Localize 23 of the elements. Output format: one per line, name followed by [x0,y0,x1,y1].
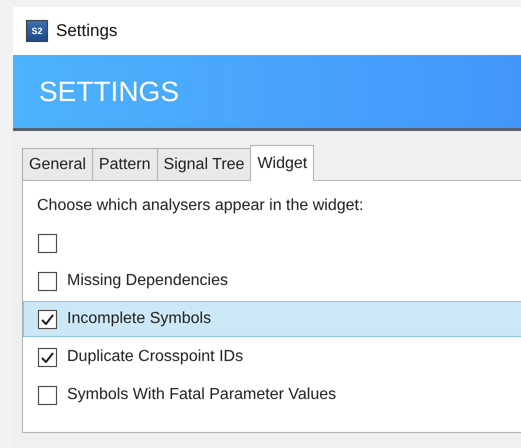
analyser-label: Incomplete Symbols [67,310,212,328]
check-icon [41,314,54,324]
banner-title: SETTINGS [39,76,180,108]
prompt-text: Choose which analysers appear in the widget: [37,197,364,215]
analyser-label: Symbols With Fatal Parameter Values [67,386,336,404]
analyser-row[interactable]: Missing Dependencies [23,263,521,299]
analyser-label: Missing Dependencies [67,272,228,290]
analyser-row[interactable]: Duplicate Crosspoint IDs [23,339,521,375]
checkbox[interactable] [38,310,57,328]
tab[interactable]: Widget [250,145,314,181]
checkbox[interactable] [38,234,57,252]
tab[interactable]: Signal Tree [156,148,252,180]
tab[interactable]: General [22,148,93,180]
analyser-row[interactable]: Incomplete Symbols [23,301,521,337]
app-icon: S2 [26,20,48,42]
checkbox[interactable] [38,348,57,366]
analyser-label: Duplicate Crosspoint IDs [67,348,244,366]
checkbox[interactable] [38,386,57,404]
window-title: Settings [56,21,118,41]
checkbox[interactable] [38,272,57,290]
tab[interactable]: Pattern [92,148,158,180]
analyser-row[interactable]: Symbols With Fatal Parameter Values [23,377,521,413]
check-icon [41,352,54,362]
